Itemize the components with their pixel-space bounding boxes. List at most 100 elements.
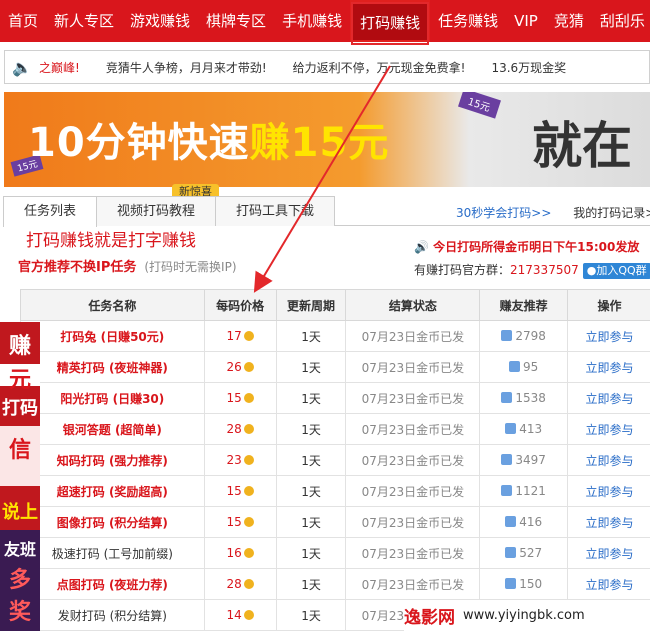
thumb-up-icon — [501, 454, 513, 465]
task-price: 23 — [203, 444, 277, 476]
watermark-brand: 逸影网 — [404, 608, 455, 628]
price-value: 23 — [226, 453, 242, 467]
task-votes[interactable]: 150 — [479, 568, 569, 600]
nav-home[interactable]: 首页 — [0, 0, 46, 42]
table-row: 极速打码 (工号加前缀) 16 1天 07月23日金币已发 527 立即参与 — [20, 537, 650, 569]
task-name[interactable]: 点图打码 (夜班力荐) — [20, 568, 205, 600]
task-name[interactable]: 发财打码 (积分结算) — [20, 599, 205, 631]
qq-label: 有赚打码官方群： — [414, 263, 511, 277]
task-votes[interactable]: 413 — [479, 413, 569, 445]
task-status: 07月23日金币已发 — [345, 537, 481, 569]
task-name[interactable]: 图像打码 (积分结算) — [20, 506, 205, 538]
ticker-item[interactable]: 竞猜牛人争榜，月月来才带劲! — [106, 59, 267, 76]
task-votes[interactable]: 2798 — [479, 320, 569, 352]
promo-banner[interactable]: 15元 15元 10分钟快速赚15元 就在 — [4, 92, 650, 187]
task-name[interactable]: 精英打码 (夜班神器) — [20, 351, 205, 383]
tab-tool-download[interactable]: 打码工具下载 — [215, 196, 336, 226]
banner-text: 10分钟快速 — [28, 120, 250, 166]
task-name[interactable]: 阳光打码 (日赚30) — [20, 382, 205, 414]
join-button[interactable]: 立即参与 — [567, 506, 650, 538]
join-qq-button[interactable]: ●加入QQ群 — [582, 263, 650, 279]
thumb-up-icon — [505, 578, 517, 589]
join-button[interactable]: 立即参与 — [567, 351, 650, 383]
coin-icon — [243, 486, 254, 496]
task-price: 17 — [203, 320, 277, 352]
col-status: 结算状态 — [345, 289, 481, 321]
nav-newbie[interactable]: 新人专区 — [46, 0, 122, 42]
tab-task-list[interactable]: 任务列表 — [3, 196, 98, 227]
task-name[interactable]: 打码兔 (日赚50元) — [20, 320, 205, 352]
nav-games[interactable]: 游戏赚钱 — [122, 0, 198, 42]
coin-icon — [243, 517, 254, 527]
task-name[interactable]: 超速打码 (奖励超高) — [20, 475, 205, 507]
task-votes[interactable]: 527 — [479, 537, 569, 569]
task-votes[interactable]: 1538 — [479, 382, 569, 414]
task-votes[interactable]: 416 — [479, 506, 569, 538]
announcement-ticker: 🔈 之巅峰! 竞猜牛人争榜，月月来才带劲! 给力返利不停，万元现金免费拿! 13… — [4, 50, 650, 84]
section-title: 官方推荐不换IP任务 — [18, 260, 137, 275]
ad-char: 友班 — [3, 540, 36, 559]
task-period: 1天 — [275, 506, 347, 538]
join-button[interactable]: 立即参与 — [567, 444, 650, 476]
price-value: 26 — [226, 360, 242, 374]
nav-mobile[interactable]: 手机赚钱 — [274, 0, 350, 42]
table-row: 打码兔 (日赚50元) 17 1天 07月23日金币已发 2798 立即参与 — [20, 320, 650, 352]
nav-tasks[interactable]: 任务赚钱 — [430, 0, 506, 42]
col-period: 更新周期 — [275, 289, 347, 321]
tab-video-tutorial[interactable]: 视频打码教程 — [96, 196, 217, 226]
vote-count: 416 — [519, 515, 543, 529]
learn-link[interactable]: 30秒学会打码>> — [456, 206, 551, 220]
coin-icon — [243, 579, 254, 589]
nav-vip[interactable]: VIP — [506, 0, 546, 42]
join-button[interactable]: 立即参与 — [567, 413, 650, 445]
task-name[interactable]: 知码打码 (强力推荐) — [20, 444, 205, 476]
vote-count: 1121 — [515, 484, 546, 498]
task-period: 1天 — [275, 320, 347, 352]
nav-chess[interactable]: 棋牌专区 — [198, 0, 274, 42]
ticker-item[interactable]: 之巅峰! — [39, 59, 80, 76]
thumb-up-icon — [509, 361, 521, 372]
task-price: 28 — [203, 413, 277, 445]
nav-guess[interactable]: 竞猜 — [546, 0, 592, 42]
ad-char: 多 — [8, 568, 31, 593]
slogan: 打码赚钱就是打字赚钱 — [26, 231, 196, 251]
thumb-up-icon — [501, 330, 513, 341]
nav-scratch[interactable]: 刮刮乐 — [592, 0, 650, 42]
thumb-up-icon — [501, 392, 513, 403]
price-value: 28 — [226, 577, 242, 591]
task-period: 1天 — [275, 568, 347, 600]
task-period: 1天 — [275, 382, 347, 414]
task-name[interactable]: 银河答题 (超简单) — [20, 413, 205, 445]
left-side-ad[interactable]: 赚 元 打码 信 说上 友班 多 奖 — [0, 322, 40, 631]
banner-highlight: 赚15元 — [249, 120, 390, 166]
task-price: 26 — [203, 351, 277, 383]
ad-char: 奖 — [8, 600, 31, 625]
join-button[interactable]: 立即参与 — [567, 568, 650, 600]
price-value: 16 — [226, 546, 242, 560]
join-button[interactable]: 立即参与 — [567, 475, 650, 507]
task-table-body: 打码兔 (日赚50元) 17 1天 07月23日金币已发 2798 立即参与 精英打码 (夜… — [20, 320, 650, 631]
join-button[interactable]: 立即参与 — [567, 537, 650, 569]
ticker-item[interactable]: 给力返利不停，万元现金免费拿! — [293, 59, 466, 76]
task-price: 14 — [203, 599, 277, 631]
task-votes[interactable]: 95 — [479, 351, 569, 383]
qq-number: 217337507 — [510, 263, 579, 277]
join-button[interactable]: 立即参与 — [567, 382, 650, 414]
task-status: 07月23日金币已发 — [345, 568, 481, 600]
ticker-item[interactable]: 13.6万现金奖 — [491, 59, 566, 76]
task-period: 1天 — [275, 475, 347, 507]
join-button[interactable]: 立即参与 — [567, 320, 650, 352]
table-row: 图像打码 (积分结算) 15 1天 07月23日金币已发 416 立即参与 — [20, 506, 650, 538]
table-row: 超速打码 (奖励超高) 15 1天 07月23日金币已发 1121 立即参与 — [20, 475, 650, 507]
task-name[interactable]: 极速打码 (工号加前缀) — [20, 537, 205, 569]
nav-captcha[interactable]: 打码赚钱 — [350, 0, 431, 42]
thumb-up-icon — [505, 516, 517, 527]
task-votes[interactable]: 3497 — [479, 444, 569, 476]
task-votes[interactable]: 1121 — [479, 475, 569, 507]
task-status: 07月23日金币已发 — [345, 320, 481, 352]
top-nav: 首页 新人专区 游戏赚钱 棋牌专区 手机赚钱 打码赚钱 任务赚钱 VIP 竞猜 … — [0, 0, 650, 42]
my-records-link[interactable]: 我的打码记录> — [573, 206, 650, 220]
task-period: 1天 — [275, 599, 347, 631]
coin-icon — [243, 393, 254, 403]
task-period: 1天 — [275, 537, 347, 569]
